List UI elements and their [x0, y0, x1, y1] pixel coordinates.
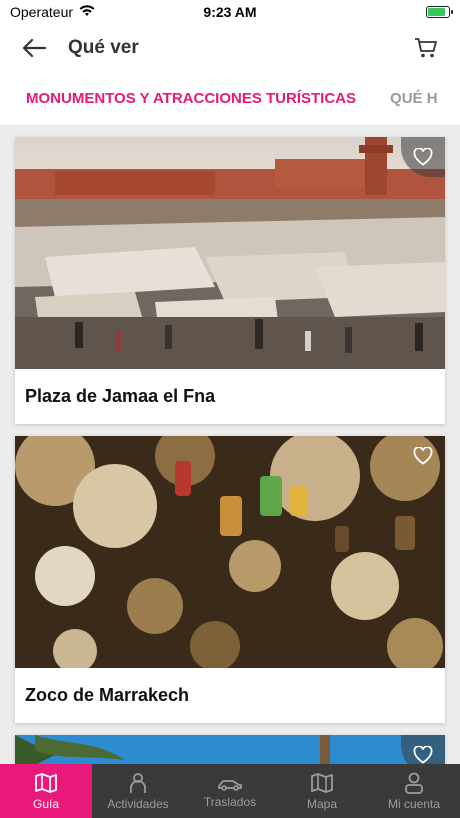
cart-icon	[415, 38, 437, 58]
car-icon	[218, 779, 242, 791]
heart-icon	[413, 746, 433, 764]
places-list: Plaza de Jamaa el Fna Zoco de Marrakech	[0, 126, 460, 764]
app-header: Qué ver	[0, 24, 460, 72]
status-bar: Operateur 9:23 AM	[0, 0, 460, 24]
tab-label: Guía	[32, 796, 59, 811]
map-book-icon	[35, 772, 57, 793]
page-title: Qué ver	[68, 37, 139, 58]
place-title: Plaza de Jamaa el Fna	[25, 386, 216, 406]
place-card[interactable]: Zoco de Marrakech	[15, 436, 445, 723]
account-icon	[405, 772, 423, 794]
lanterns-souk-photo	[15, 436, 445, 668]
heart-icon	[413, 447, 433, 465]
tab-mi-cuenta[interactable]: Mi cuenta	[368, 764, 460, 818]
back-button[interactable]	[14, 28, 54, 68]
bottom-tab-bar: Guía Actividades Traslados Mapa Mi cuent…	[0, 764, 460, 818]
arrow-left-icon	[22, 38, 47, 58]
map-icon	[311, 772, 333, 793]
tab-actividades[interactable]: Actividades	[92, 764, 184, 818]
tab-label: Mapa	[306, 796, 338, 811]
tab-guia[interactable]: Guía	[0, 764, 92, 818]
tab-monumentos[interactable]: MONUMENTOS Y ATRACCIONES TURÍSTICAS	[0, 72, 372, 125]
tab-label: Mi cuenta	[387, 796, 441, 811]
favorite-button[interactable]	[401, 735, 445, 764]
tab-mapa[interactable]: Mapa	[276, 764, 368, 818]
battery-icon	[426, 6, 453, 18]
place-title: Zoco de Marrakech	[25, 685, 190, 705]
status-time: 9:23 AM	[203, 4, 257, 20]
tab-traslados[interactable]: Traslados	[184, 764, 276, 818]
tab-que-hacer[interactable]: QUÉ H	[372, 72, 454, 125]
tab-label: Traslados	[203, 794, 257, 809]
heart-icon	[413, 148, 433, 166]
palm-sky-photo	[15, 735, 445, 764]
cart-button[interactable]	[406, 28, 446, 68]
place-card[interactable]: Plaza de Jamaa el Fna	[15, 137, 445, 424]
category-tabs: MONUMENTOS Y ATRACCIONES TURÍSTICAS QUÉ …	[0, 72, 460, 126]
tab-label: Actividades	[107, 796, 169, 811]
place-card[interactable]	[15, 735, 445, 764]
person-icon	[130, 772, 146, 793]
market-square-photo	[15, 137, 445, 369]
